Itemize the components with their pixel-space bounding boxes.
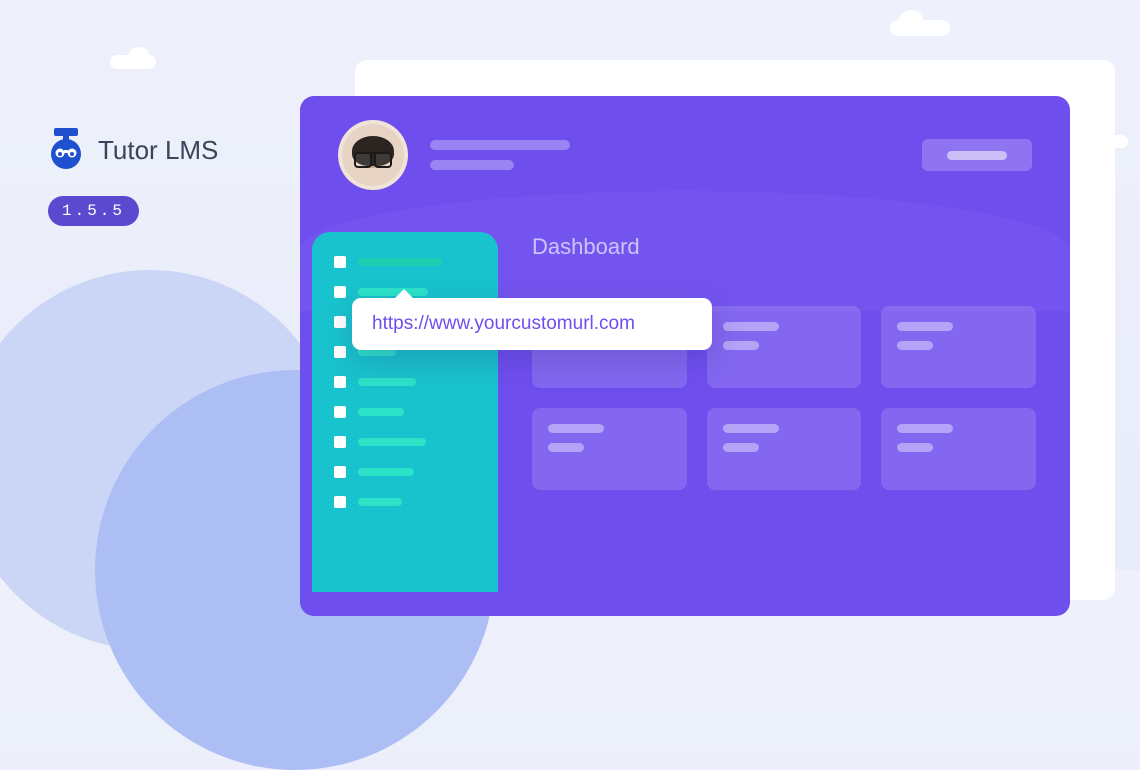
avatar[interactable] <box>338 120 408 190</box>
sidebar-item[interactable] <box>334 376 476 388</box>
avatar-detail <box>356 152 390 162</box>
header-action-button[interactable] <box>922 139 1032 171</box>
custom-url-text: https://www.yourcustomurl.com <box>372 313 635 335</box>
sidebar-item[interactable] <box>334 256 476 268</box>
stat-card[interactable] <box>707 306 862 388</box>
sidebar-item[interactable] <box>334 406 476 418</box>
brand-name: Tutor LMS <box>98 135 218 166</box>
sidebar-item[interactable] <box>334 466 476 478</box>
stat-card[interactable] <box>707 408 862 490</box>
version-badge: 1.5.5 <box>48 196 139 226</box>
cloud-icon <box>110 55 156 69</box>
tutor-lms-logo-icon <box>48 128 84 172</box>
stat-card[interactable] <box>881 408 1036 490</box>
stat-card[interactable] <box>881 306 1036 388</box>
dashboard-body: Dashboard <box>532 234 1036 490</box>
header-placeholder-text <box>430 140 570 170</box>
stat-card[interactable] <box>532 408 687 490</box>
sidebar-item[interactable] <box>334 496 476 508</box>
cloud-icon <box>890 20 950 36</box>
sidebar <box>312 232 498 592</box>
brand-block: Tutor LMS <box>48 128 218 172</box>
url-tooltip[interactable]: https://www.yourcustomurl.com <box>352 298 712 350</box>
page-title: Dashboard <box>532 234 1036 260</box>
dashboard-header <box>338 120 1032 190</box>
sidebar-item[interactable] <box>334 436 476 448</box>
